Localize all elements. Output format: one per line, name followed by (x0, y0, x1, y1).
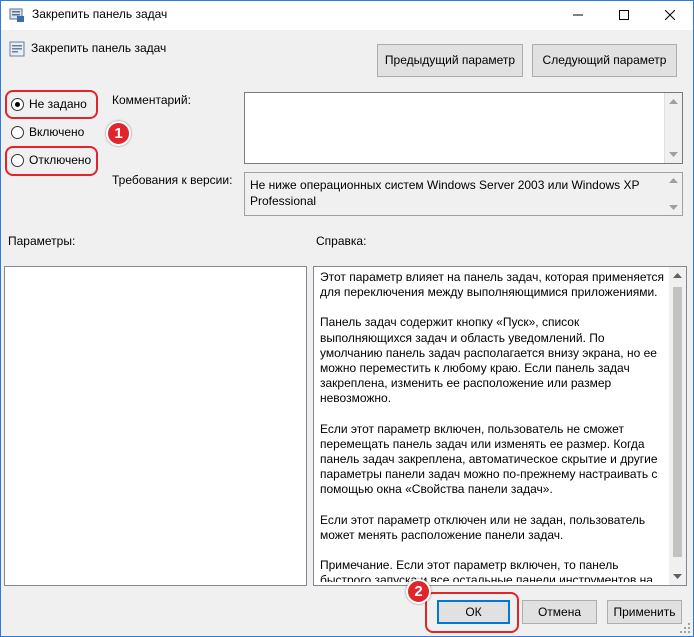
help-paragraph: Панель задач содержит кнопку «Пуск», спи… (320, 315, 657, 406)
scroll-up-icon[interactable] (669, 99, 678, 104)
version-scrollbar[interactable] (665, 173, 682, 215)
version-requirements-value: Не ниже операционных систем Windows Serv… (250, 178, 640, 208)
policy-dialog-window: Закрепить панель задач Закрепить панель … (0, 0, 694, 637)
help-paragraph: Этот параметр влияет на панель задач, ко… (320, 270, 665, 300)
options-panel (4, 266, 307, 586)
help-text: Этот параметр влияет на панель задач, ко… (320, 270, 668, 582)
policy-name-label: Закрепить панель задач (31, 41, 167, 55)
scroll-down-icon[interactable] (669, 152, 678, 157)
close-button[interactable] (647, 1, 693, 30)
version-requirements-box: Не ниже операционных систем Windows Serv… (244, 172, 683, 216)
maximize-icon (619, 10, 629, 20)
help-paragraph: Если этот параметр включен, пользователь… (320, 421, 658, 497)
next-setting-button[interactable]: Следующий параметр (532, 44, 677, 77)
window-title: Закрепить панель задач (32, 7, 168, 21)
version-requirements-label: Требования к версии: (112, 173, 233, 187)
comment-label: Комментарий: (112, 93, 191, 107)
radio-label: Включено (29, 125, 85, 139)
cancel-button[interactable]: Отмена (522, 600, 597, 624)
policy-app-icon (9, 8, 24, 22)
comment-scrollbar[interactable] (664, 93, 682, 163)
minimize-button[interactable] (555, 1, 601, 30)
resize-grip-icon[interactable] (679, 622, 691, 634)
help-scrollbar[interactable] (669, 267, 686, 585)
close-icon (665, 10, 675, 20)
scroll-up-icon[interactable] (673, 273, 682, 278)
help-label: Справка: (316, 234, 367, 248)
comment-textarea[interactable] (244, 92, 683, 164)
policy-setting-icon (9, 41, 25, 57)
scroll-up-icon[interactable] (669, 178, 678, 183)
apply-button[interactable]: Применить (607, 600, 682, 624)
scroll-down-icon[interactable] (673, 574, 682, 579)
help-paragraph: Примечание. Если этот параметр включен, … (320, 558, 653, 582)
radio-circle[interactable] (11, 126, 24, 139)
help-panel: Этот параметр влияет на панель задач, ко… (313, 266, 687, 586)
highlight-ok-button (425, 592, 519, 633)
step-badge-1: 1 (106, 121, 131, 146)
highlight-not-configured (5, 90, 98, 119)
title-bar[interactable]: Закрепить панель задач (1, 1, 693, 30)
options-label: Параметры: (8, 234, 76, 248)
highlight-disabled (5, 146, 98, 176)
previous-setting-button[interactable]: Предыдущий параметр (377, 44, 523, 77)
help-paragraph: Если этот параметр отключен или не задан… (320, 512, 646, 542)
maximize-button[interactable] (601, 1, 647, 30)
step-badge-2: 2 (406, 579, 431, 604)
minimize-icon (573, 14, 583, 16)
scroll-down-icon[interactable] (669, 205, 678, 210)
help-scroll-thumb[interactable] (673, 287, 682, 557)
